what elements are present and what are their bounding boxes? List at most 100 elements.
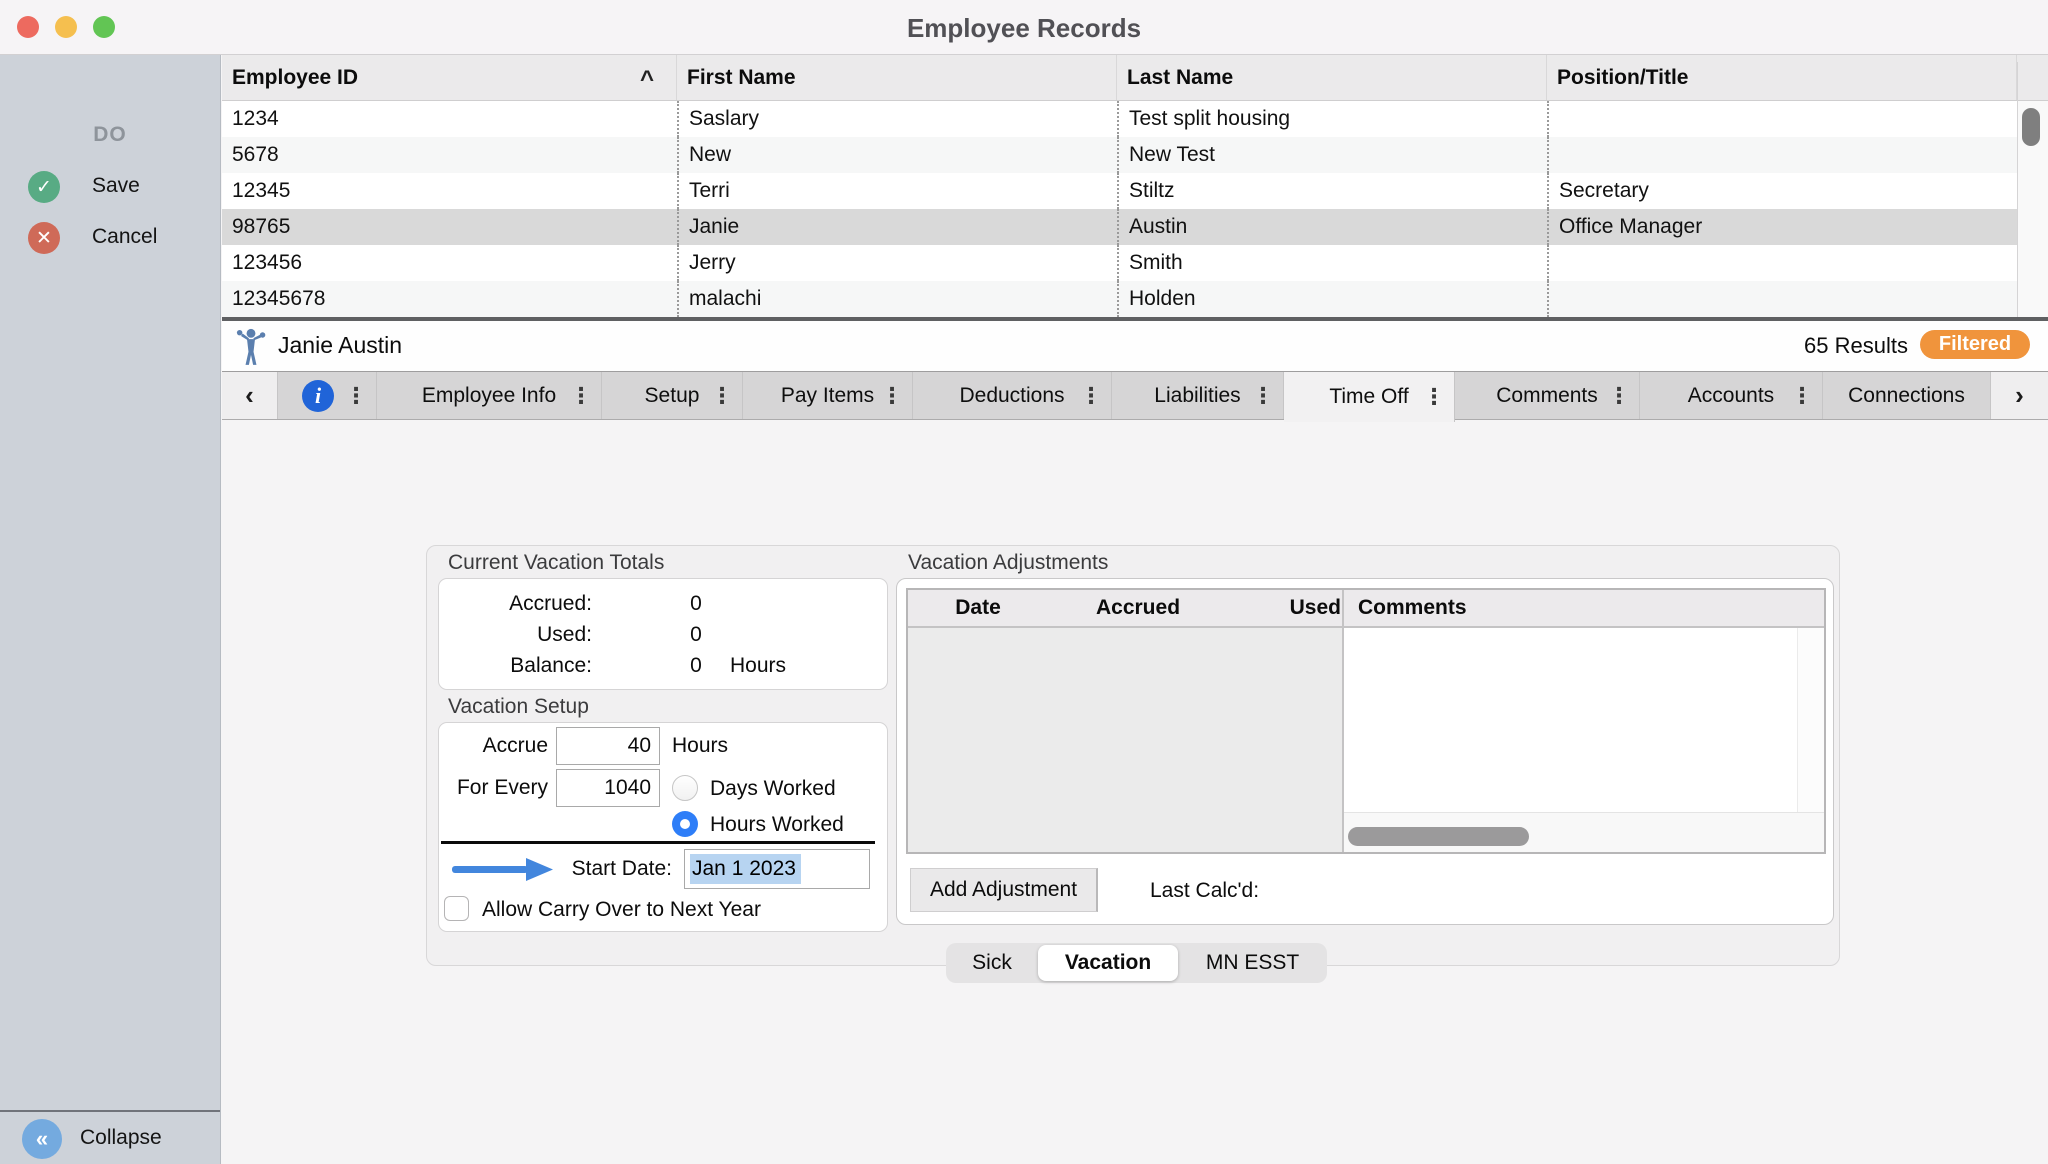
accrued-value: 0 — [676, 592, 716, 616]
comments-column-divider — [1342, 590, 1344, 852]
hours-worked-radio-checked[interactable] — [672, 811, 698, 837]
tab-accounts[interactable]: Accounts ⋮ — [1640, 372, 1823, 419]
comments-vertical-scrollbar[interactable] — [1797, 628, 1824, 812]
tab-time-off-active[interactable]: Time Off ⋮ — [1284, 372, 1455, 422]
tab-liabilities[interactable]: Liabilities ⋮ — [1112, 372, 1284, 419]
tab-menu-dots-icon[interactable]: ⋮ — [1080, 383, 1102, 409]
accrue-input[interactable]: 40 — [556, 727, 660, 765]
adj-column-date[interactable]: Date — [908, 590, 1048, 626]
table-scrollbar-thumb[interactable] — [2022, 108, 2040, 146]
cell-employee-id: 12345 — [222, 173, 677, 209]
adj-column-comments[interactable]: Comments — [1344, 590, 1467, 626]
tab-menu-dots-icon[interactable]: ⋮ — [1423, 384, 1445, 410]
tab-menu-dots-icon[interactable]: ⋮ — [711, 383, 733, 409]
segment-vacation-active[interactable]: Vacation — [1038, 945, 1178, 981]
tab-info[interactable]: i ⋮ — [278, 372, 377, 419]
column-header-employee-id[interactable]: Employee ID ^ — [222, 55, 677, 100]
tab-connections[interactable]: Connections — [1823, 372, 1991, 419]
selected-employee-name: Janie Austin — [278, 332, 402, 359]
vacation-adjustments-label: Vacation Adjustments — [908, 551, 1108, 575]
title-bar: Employee Records — [0, 0, 2048, 55]
column-header-last-name[interactable]: Last Name — [1117, 55, 1547, 100]
cell-first-name: Terri — [677, 173, 1117, 209]
days-worked-radio[interactable] — [672, 775, 698, 801]
employee-table-body: 1234 Saslary Test split housing 5678 New… — [222, 101, 2017, 317]
tab-deductions[interactable]: Deductions ⋮ — [913, 372, 1112, 419]
save-button[interactable]: ✓ Save — [0, 171, 220, 211]
tab-pay-items[interactable]: Pay Items ⋮ — [743, 372, 913, 419]
hours-worked-label: Hours Worked — [710, 813, 844, 837]
tab-menu-dots-icon[interactable]: ⋮ — [1791, 383, 1813, 409]
column-header-position-title[interactable]: Position/Title — [1547, 55, 2017, 100]
setup-divider-line — [441, 841, 875, 844]
add-adjustment-button[interactable]: Add Adjustment — [910, 868, 1098, 912]
adjustments-comments-area[interactable] — [1344, 628, 1824, 812]
tabs-scroll-left-button[interactable]: ‹ — [222, 372, 278, 419]
table-row[interactable]: 12345678 malachi Holden — [222, 281, 2017, 317]
used-label: Used: — [438, 623, 592, 647]
accrue-hours-label: Hours — [672, 734, 728, 758]
collapse-button[interactable]: « Collapse — [0, 1110, 220, 1164]
segment-mn-esst[interactable]: MN ESST — [1178, 943, 1327, 983]
accrued-label: Accrued: — [438, 592, 592, 616]
filtered-badge[interactable]: Filtered — [1920, 330, 2030, 359]
balance-value: 0 — [676, 654, 716, 678]
selected-record-bar: Janie Austin 65 Results Filtered — [222, 321, 2048, 372]
table-row[interactable]: 1234 Saslary Test split housing — [222, 101, 2017, 137]
tabbar-underline — [222, 419, 2048, 420]
last-calcd-label: Last Calc'd: — [1150, 879, 1259, 903]
vacation-setup-label: Vacation Setup — [448, 695, 589, 719]
cell-first-name: malachi — [677, 281, 1117, 317]
table-row[interactable]: 5678 New New Test — [222, 137, 2017, 173]
cell-last-name: Holden — [1117, 281, 1547, 317]
collapse-chevrons-icon: « — [22, 1119, 62, 1159]
cell-position-title — [1547, 101, 2017, 137]
cell-last-name: New Test — [1117, 137, 1547, 173]
allow-carry-over-label: Allow Carry Over to Next Year — [482, 898, 761, 922]
adj-column-accrued[interactable]: Accrued — [1048, 590, 1228, 626]
days-worked-label: Days Worked — [710, 777, 836, 801]
for-every-input[interactable]: 1040 — [556, 769, 660, 807]
results-count: 65 Results — [1804, 333, 1908, 359]
current-vacation-totals-label: Current Vacation Totals — [448, 551, 664, 575]
column-header-first-name[interactable]: First Name — [677, 55, 1117, 100]
adjustments-table-header: Date Accrued Used Comments — [908, 590, 1824, 628]
cell-employee-id: 1234 — [222, 101, 677, 137]
cancel-button[interactable]: ✕ Cancel — [0, 222, 220, 262]
cell-last-name: Test split housing — [1117, 101, 1547, 137]
selected-date-text: Jan 1 2023 — [690, 854, 801, 884]
cell-position-title: Secretary — [1547, 173, 2017, 209]
record-tab-bar: ‹ i ⋮ Employee Info ⋮ Setup ⋮ Pay Items … — [222, 372, 2048, 420]
tab-menu-dots-icon[interactable]: ⋮ — [570, 383, 592, 409]
cell-first-name: New — [677, 137, 1117, 173]
cell-last-name: Stiltz — [1117, 173, 1547, 209]
cell-position-title: Office Manager — [1547, 209, 2017, 245]
table-row-selected[interactable]: 98765 Janie Austin Office Manager — [222, 209, 2017, 245]
table-row[interactable]: 12345 Terri Stiltz Secretary — [222, 173, 2017, 209]
sort-ascending-icon: ^ — [640, 57, 654, 102]
start-date-input[interactable]: Jan 1 2023 — [684, 849, 870, 889]
info-icon: i — [302, 380, 334, 412]
for-every-label: For Every — [438, 776, 548, 800]
tabs-scroll-right-button[interactable]: › — [1991, 372, 2048, 419]
header-scroll-gutter — [2017, 55, 2048, 100]
allow-carry-over-checkbox[interactable] — [444, 896, 469, 921]
tab-setup[interactable]: Setup ⋮ — [602, 372, 743, 419]
segment-sick[interactable]: Sick — [946, 943, 1038, 983]
horizontal-scrollbar-thumb[interactable] — [1348, 827, 1529, 846]
comments-horizontal-scrollbar[interactable] — [1344, 812, 1824, 852]
adjustments-empty-rows-area — [908, 628, 1342, 852]
balance-label: Balance: — [438, 654, 592, 678]
tab-comments[interactable]: Comments ⋮ — [1455, 372, 1640, 419]
tab-menu-dots-icon[interactable]: ⋮ — [1608, 383, 1630, 409]
tab-menu-dots-icon[interactable]: ⋮ — [345, 383, 367, 409]
action-sidebar: DO ✓ Save ✕ Cancel « Collapse — [0, 55, 221, 1164]
employee-table-header: Employee ID ^ First Name Last Name Posit… — [222, 55, 2048, 101]
adj-column-used[interactable]: Used — [1228, 590, 1341, 626]
cell-employee-id: 98765 — [222, 209, 677, 245]
time-off-type-segmented-control: Sick Vacation MN ESST — [946, 943, 1327, 983]
tab-menu-dots-icon[interactable]: ⋮ — [1252, 383, 1274, 409]
tab-menu-dots-icon[interactable]: ⋮ — [881, 383, 903, 409]
tab-employee-info[interactable]: Employee Info ⋮ — [377, 372, 602, 419]
table-row[interactable]: 123456 Jerry Smith — [222, 245, 2017, 281]
